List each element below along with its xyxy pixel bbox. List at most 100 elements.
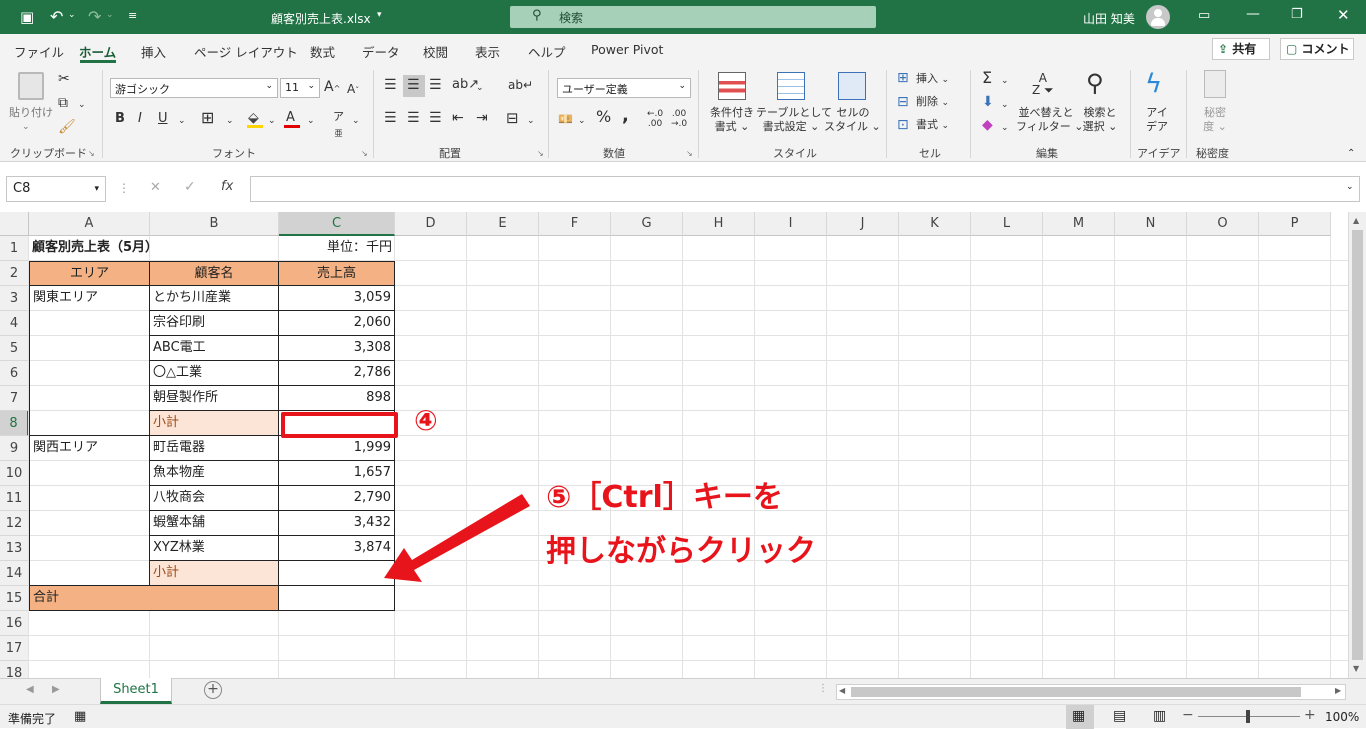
file-name[interactable]: 顧客別売上表.xlsx bbox=[271, 10, 371, 27]
row-header-18[interactable]: 18 bbox=[0, 661, 29, 678]
font-color-dropdown-icon[interactable]: ⌄ bbox=[307, 113, 315, 129]
delete-cells-label[interactable]: 削除 ⌄ bbox=[916, 95, 949, 110]
sort-filter-icon[interactable]: AZ ⏷ bbox=[1032, 72, 1054, 96]
bold-icon[interactable]: B bbox=[115, 111, 125, 127]
row-header-3[interactable]: 3 bbox=[0, 286, 29, 311]
ideas-icon[interactable]: ϟ bbox=[1145, 70, 1162, 98]
fill-icon[interactable]: ⬇ bbox=[982, 94, 994, 110]
column-header-A[interactable]: A bbox=[29, 212, 150, 236]
autosum-icon[interactable]: Σ bbox=[982, 70, 992, 86]
column-header-K[interactable]: K bbox=[899, 212, 971, 236]
cell-customer-name[interactable]: XYZ林業 bbox=[150, 536, 279, 561]
fill-color-dropdown-icon[interactable]: ⌄ bbox=[268, 113, 276, 129]
cell-area-blank[interactable] bbox=[29, 486, 150, 511]
expand-formula-bar-icon[interactable]: ⌄ bbox=[1346, 182, 1354, 192]
zoom-out-icon[interactable]: − bbox=[1182, 707, 1194, 723]
increase-indent-icon[interactable]: ⇥ bbox=[476, 110, 488, 126]
underline-icon[interactable]: U bbox=[158, 111, 168, 127]
vertical-scrollbar[interactable]: ▲ ▼ bbox=[1348, 212, 1366, 678]
unit-cell[interactable]: 単位：千円 bbox=[279, 236, 395, 261]
cell-area-blank[interactable] bbox=[29, 386, 150, 411]
horizontal-scroll-thumb[interactable] bbox=[851, 687, 1301, 697]
row-header-11[interactable]: 11 bbox=[0, 486, 29, 511]
column-header-L[interactable]: L bbox=[971, 212, 1043, 236]
phonetic-guide-icon[interactable]: ア亜 bbox=[333, 109, 344, 142]
cell-subtotal-west-label[interactable]: 小計 bbox=[150, 561, 279, 586]
format-as-table-icon[interactable] bbox=[777, 72, 805, 100]
restore-icon[interactable]: ❐ bbox=[1291, 7, 1303, 22]
scroll-left-icon[interactable]: ◀ bbox=[839, 686, 845, 695]
cut-icon[interactable]: ✂ bbox=[58, 71, 70, 87]
row-header-16[interactable]: 16 bbox=[0, 611, 29, 636]
column-header-I[interactable]: I bbox=[755, 212, 827, 236]
font-name-select[interactable]: 游ゴシック ⌄ bbox=[110, 78, 278, 98]
column-header-N[interactable]: N bbox=[1115, 212, 1187, 236]
conditional-formatting-icon[interactable] bbox=[718, 72, 746, 100]
format-cells-label[interactable]: 書式 ⌄ bbox=[916, 118, 949, 133]
sheet-title-cell[interactable]: 顧客別売上表（5月） bbox=[29, 236, 279, 261]
align-left-icon[interactable]: ☰ bbox=[384, 110, 397, 126]
row-header-15[interactable]: 15 bbox=[0, 586, 29, 611]
cell-sales-value[interactable]: 3,308 bbox=[279, 336, 395, 361]
row-header-13[interactable]: 13 bbox=[0, 536, 29, 561]
clipboard-launcher-icon[interactable]: ↘ bbox=[88, 146, 95, 162]
tab-view[interactable]: 表示 bbox=[475, 42, 500, 61]
font-size-select[interactable]: 11 ⌄ bbox=[280, 78, 320, 98]
merge-center-icon[interactable]: ⊟ bbox=[506, 110, 519, 126]
decrease-decimal-icon[interactable]: .00 →.0 bbox=[671, 109, 687, 129]
format-as-table-label-1[interactable]: テーブルとして bbox=[756, 106, 832, 120]
sort-filter-label-2[interactable]: フィルター ⌄ bbox=[1016, 120, 1084, 134]
increase-decimal-icon[interactable]: ←.0.00 bbox=[647, 109, 663, 129]
column-header-M[interactable]: M bbox=[1043, 212, 1115, 236]
find-select-label-2[interactable]: 選択 ⌄ bbox=[1074, 120, 1126, 134]
header-cell-customer[interactable]: 顧客名 bbox=[150, 261, 279, 286]
formula-input[interactable] bbox=[250, 176, 1360, 202]
row-header-17[interactable]: 17 bbox=[0, 636, 29, 661]
column-header-J[interactable]: J bbox=[827, 212, 899, 236]
merge-dropdown-icon[interactable]: ⌄ bbox=[527, 113, 535, 129]
customize-quick-access-icon[interactable]: ≡ bbox=[128, 9, 137, 22]
cell-customer-name[interactable]: 朝昼製作所 bbox=[150, 386, 279, 411]
row-header-12[interactable]: 12 bbox=[0, 511, 29, 536]
cell-area-blank[interactable] bbox=[29, 561, 150, 586]
ribbon-display-options-icon[interactable]: ▭ bbox=[1198, 8, 1210, 23]
column-header-P[interactable]: P bbox=[1259, 212, 1331, 236]
sort-filter-label-1[interactable]: 並べ替えと bbox=[1016, 106, 1076, 120]
row-header-2[interactable]: 2 bbox=[0, 261, 29, 286]
tab-file[interactable]: ファイル bbox=[14, 42, 64, 61]
align-right-icon[interactable]: ☰ bbox=[429, 110, 442, 126]
cell-total-label[interactable]: 合計 bbox=[29, 586, 279, 611]
page-break-view-icon[interactable]: ▥ bbox=[1153, 708, 1166, 724]
cell-customer-name[interactable]: 町岳電器 bbox=[150, 436, 279, 461]
format-as-table-label-2[interactable]: 書式設定 ⌄ bbox=[756, 120, 826, 134]
fill-color-icon[interactable]: ⬙ bbox=[248, 110, 259, 126]
borders-icon[interactable]: ⊞ bbox=[201, 110, 214, 126]
row-header-4[interactable]: 4 bbox=[0, 311, 29, 336]
alignment-launcher-icon[interactable]: ↘ bbox=[537, 146, 544, 162]
cell-customer-name[interactable]: 魚本物産 bbox=[150, 461, 279, 486]
name-box[interactable]: C8 ▾ bbox=[6, 176, 106, 202]
column-header-D[interactable]: D bbox=[395, 212, 467, 236]
number-launcher-icon[interactable]: ↘ bbox=[686, 146, 693, 162]
tab-home[interactable]: ホーム bbox=[79, 42, 116, 61]
vertical-scroll-thumb[interactable] bbox=[1352, 230, 1363, 660]
clear-dropdown-icon[interactable]: ⌄ bbox=[1001, 120, 1009, 136]
percent-style-icon[interactable]: % bbox=[596, 109, 611, 125]
scroll-sheets-left-icon[interactable]: ◀ bbox=[26, 684, 34, 695]
zoom-in-icon[interactable]: + bbox=[1304, 707, 1316, 723]
phonetic-dropdown-icon[interactable]: ⌄ bbox=[352, 113, 360, 129]
cell-customer-name[interactable]: とかち川産業 bbox=[150, 286, 279, 311]
page-layout-view-icon[interactable]: ▤ bbox=[1113, 708, 1126, 724]
cell-sales-value[interactable]: 2,786 bbox=[279, 361, 395, 386]
row-header-14[interactable]: 14 bbox=[0, 561, 29, 586]
user-name[interactable]: 山田 知美 bbox=[1083, 10, 1135, 27]
bottom-align-icon[interactable]: ☰ bbox=[429, 77, 442, 93]
middle-align-icon[interactable]: ☰ bbox=[407, 77, 420, 93]
orientation-dropdown-icon[interactable]: ⌄ bbox=[476, 80, 484, 96]
copy-dropdown-icon[interactable]: ⌄ bbox=[78, 97, 86, 113]
header-cell-sales[interactable]: 売上高 bbox=[279, 261, 395, 286]
cell-customer-name[interactable]: 宗谷印刷 bbox=[150, 311, 279, 336]
conditional-formatting-label-2[interactable]: 書式 ⌄ bbox=[704, 120, 760, 134]
header-cell-area[interactable]: エリア bbox=[29, 261, 150, 286]
format-painter-icon[interactable]: 🖌 bbox=[58, 119, 76, 135]
